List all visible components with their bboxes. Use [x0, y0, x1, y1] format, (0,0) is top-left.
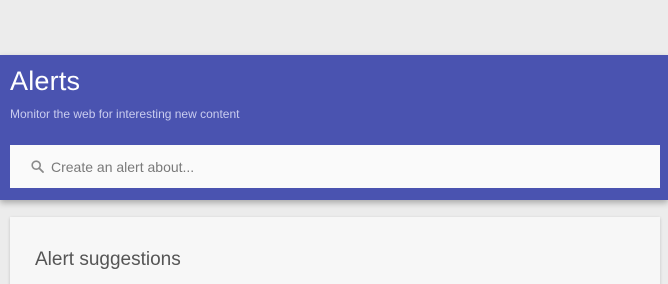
alerts-header: Alerts Monitor the web for interesting n…	[0, 55, 668, 200]
alert-suggestions-heading: Alert suggestions	[35, 249, 181, 270]
create-alert-search-box[interactable]	[10, 145, 660, 188]
create-alert-input[interactable]	[51, 151, 611, 182]
page-subtitle: Monitor the web for interesting new cont…	[10, 107, 240, 121]
alert-suggestions-card: Alert suggestions	[10, 217, 660, 284]
search-icon	[30, 160, 44, 174]
page: Alerts Monitor the web for interesting n…	[0, 0, 668, 284]
page-title: Alerts	[10, 66, 81, 96]
